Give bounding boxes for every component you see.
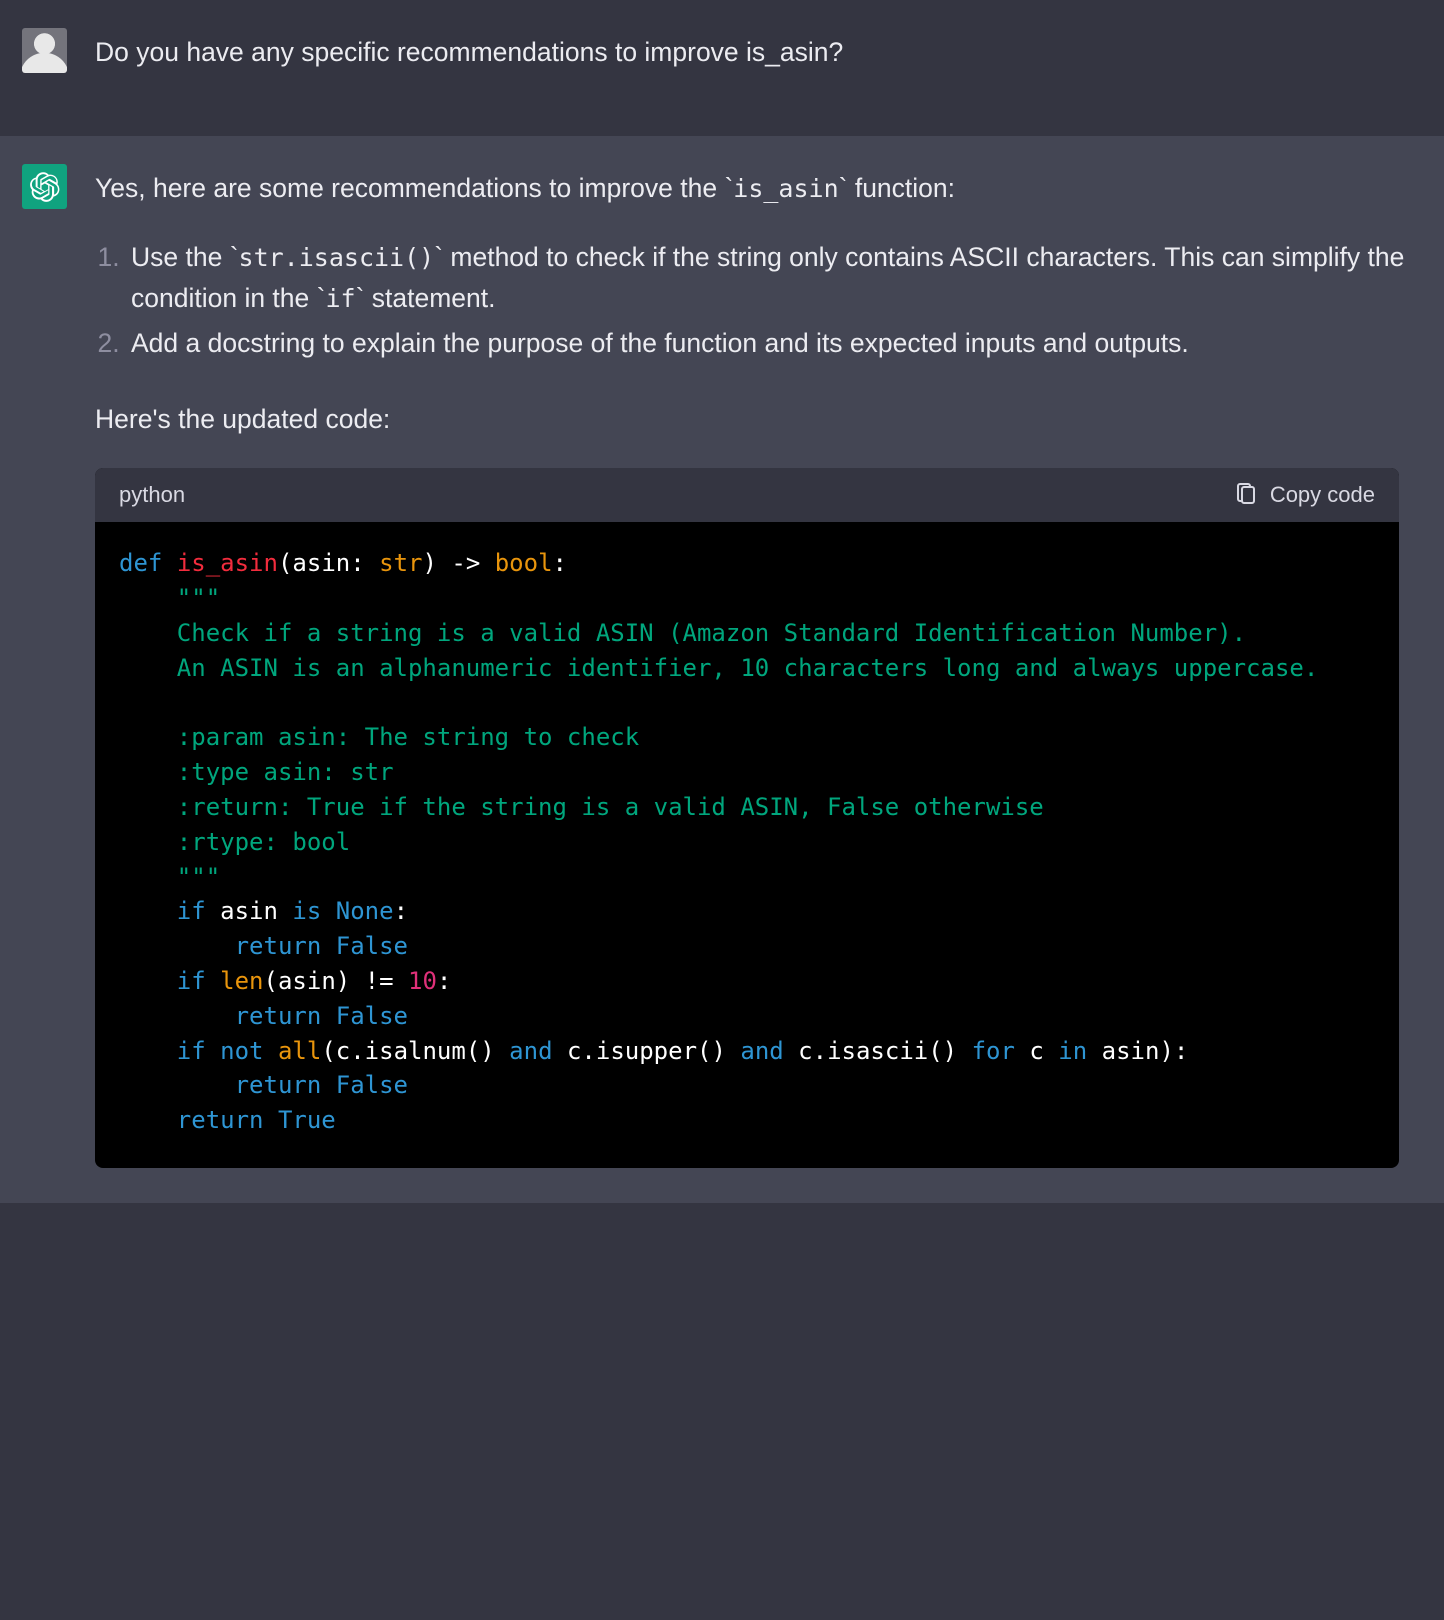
code-block: python Copy code def is_asin(asin: str) … bbox=[95, 468, 1399, 1168]
list-item: Use the `str.isascii()` method to check … bbox=[127, 237, 1416, 319]
openai-icon bbox=[30, 172, 60, 202]
user-content: Do you have any specific recommendations… bbox=[95, 28, 1420, 101]
inline-code-isascii: str.isascii() bbox=[239, 243, 435, 272]
clipboard-icon bbox=[1234, 483, 1258, 507]
user-avatar bbox=[22, 28, 67, 73]
after-list-text: Here's the updated code: bbox=[95, 399, 1416, 440]
assistant-message: Yes, here are some recommendations to im… bbox=[0, 136, 1444, 1203]
recommendation-list: Use the `str.isascii()` method to check … bbox=[95, 237, 1416, 364]
copy-code-button[interactable]: Copy code bbox=[1234, 482, 1375, 508]
assistant-avatar bbox=[22, 164, 67, 209]
inline-code-is-asin: is_asin bbox=[733, 174, 838, 203]
list-item: Add a docstring to explain the purpose o… bbox=[127, 323, 1416, 364]
intro-text-post: function: bbox=[847, 173, 955, 203]
assistant-content: Yes, here are some recommendations to im… bbox=[95, 164, 1420, 1168]
intro-text-pre: Yes, here are some recommendations to im… bbox=[95, 173, 724, 203]
user-message: Do you have any specific recommendations… bbox=[0, 0, 1444, 136]
user-text: Do you have any specific recommendations… bbox=[95, 32, 1416, 73]
copy-code-label: Copy code bbox=[1270, 482, 1375, 508]
assistant-intro: Yes, here are some recommendations to im… bbox=[95, 168, 1416, 209]
code-header: python Copy code bbox=[95, 468, 1399, 522]
code-lang-label: python bbox=[119, 482, 185, 508]
code-pre: def is_asin(asin: str) -> bool: """ Chec… bbox=[95, 522, 1399, 1168]
code-body[interactable]: def is_asin(asin: str) -> bool: """ Chec… bbox=[95, 522, 1399, 1168]
inline-code-if: if bbox=[325, 284, 355, 313]
